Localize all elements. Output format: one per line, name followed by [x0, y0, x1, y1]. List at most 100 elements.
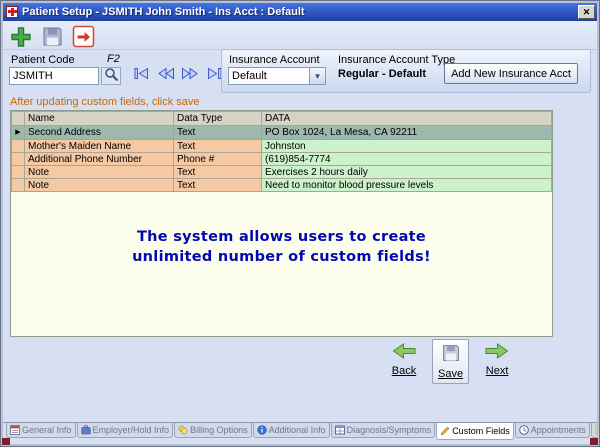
cell-type[interactable]: Text: [174, 140, 262, 153]
grid-row[interactable]: NoteTextExercises 2 hours daily: [12, 166, 552, 179]
next-record-button[interactable]: [179, 66, 200, 83]
cell-name[interactable]: Note: [25, 166, 174, 179]
table-icon: [335, 425, 345, 435]
grid-row[interactable]: ▶Second AddressTextPO Box 1024, La Mesa,…: [12, 126, 552, 140]
clock-icon: [519, 425, 529, 435]
briefcase-icon: [81, 425, 91, 435]
tab-employer-hold-info[interactable]: Employer/Hold Info: [77, 423, 174, 438]
tab-label: Billing Options: [190, 425, 248, 435]
grid-row[interactable]: NoteTextNeed to monitor blood pressure l…: [12, 179, 552, 192]
grid-col-data[interactable]: DATA: [262, 112, 552, 126]
row-selector-cell[interactable]: [12, 153, 25, 166]
save-button[interactable]: Save: [432, 339, 469, 384]
save-exit-button[interactable]: [69, 24, 97, 52]
insurance-account-type-value: Regular - Default: [338, 68, 426, 80]
window-title: Patient Setup - JSMITH John Smith - Ins …: [22, 6, 578, 18]
custom-fields-table: NameData TypeDATA ▶Second AddressTextPO …: [11, 111, 552, 192]
row-selector-cell[interactable]: ▶: [12, 126, 25, 140]
save-button-label: Save: [438, 368, 463, 380]
frame-corner-decor-left: [2, 438, 10, 445]
tab-billing-options[interactable]: Billing Options: [174, 423, 252, 438]
title-bar: Patient Setup - JSMITH John Smith - Ins …: [3, 3, 597, 21]
form-icon: [10, 425, 20, 435]
next-arrow-icon: [484, 342, 510, 363]
add-new-insurance-acct-button[interactable]: Add New Insurance Acct: [444, 63, 578, 84]
save-icon: [41, 25, 64, 51]
cell-name[interactable]: Mother's Maiden Name: [25, 140, 174, 153]
insurance-account-type-label: Insurance Account Type: [338, 54, 455, 66]
pencil-icon: [440, 426, 450, 436]
insurance-account-label: Insurance Account: [229, 54, 320, 66]
app-icon: [6, 6, 18, 18]
tab-diagnosis-symptoms[interactable]: Diagnosis/Symptoms: [331, 423, 436, 438]
cell-type[interactable]: Text: [174, 126, 262, 140]
previous-record-icon: [157, 67, 175, 83]
window-body: Patient Setup - JSMITH John Smith - Ins …: [3, 3, 597, 444]
cell-data[interactable]: Exercises 2 hours daily: [262, 166, 552, 179]
cell-data[interactable]: (619)854-7774: [262, 153, 552, 166]
first-record-button[interactable]: [131, 66, 152, 83]
tab-label: Custom Fields: [452, 426, 510, 436]
add-record-button[interactable]: [7, 24, 35, 52]
search-button[interactable]: [101, 67, 121, 85]
insurance-account-dropdown[interactable]: Default: [228, 67, 326, 85]
cell-type[interactable]: Text: [174, 179, 262, 192]
cell-data[interactable]: Need to monitor blood pressure levels: [262, 179, 552, 192]
grid-row[interactable]: Additional Phone NumberPhone #(619)854-7…: [12, 153, 552, 166]
tab-additional-info[interactable]: Additional Info: [253, 423, 330, 438]
row-selector-cell[interactable]: [12, 179, 25, 192]
tab-appointments[interactable]: Appointments: [515, 423, 590, 438]
last-record-icon: [205, 67, 223, 83]
back-arrow-icon: [391, 342, 417, 363]
grid-row[interactable]: Mother's Maiden NameTextJohnston: [12, 140, 552, 153]
cell-data[interactable]: Johnston: [262, 140, 552, 153]
next-button-label: Next: [486, 365, 509, 377]
grid-col-data-type[interactable]: Data Type: [174, 112, 262, 126]
save-exit-icon: [72, 25, 95, 51]
grid-header-row: NameData TypeDATA: [12, 112, 552, 126]
tab-label: General Info: [22, 425, 72, 435]
tab-label: Additional Info: [269, 425, 326, 435]
tab-label: Employer/Hold Info: [93, 425, 170, 435]
save-toolbar-button[interactable]: [38, 24, 66, 52]
add-record-icon: [9, 25, 33, 52]
info-icon: [257, 425, 267, 435]
note-icon: [595, 425, 597, 435]
next-record-icon: [181, 67, 199, 83]
cell-type[interactable]: Phone #: [174, 153, 262, 166]
tab-bar: General Info Employer/Hold Info Billing Op…: [3, 422, 597, 442]
tab-general-info[interactable]: General Info: [6, 423, 76, 438]
first-record-icon: [133, 67, 151, 83]
back-button-label: Back: [392, 365, 416, 377]
close-button[interactable]: ✕: [578, 5, 595, 19]
row-selector-cell[interactable]: [12, 166, 25, 179]
annotation-line-2: unlimited number of custom fields!: [11, 247, 552, 267]
tab-label: Diagnosis/Symptoms: [347, 425, 432, 435]
row-selector-cell[interactable]: [12, 140, 25, 153]
insurance-account-value: Default: [229, 68, 309, 84]
grid-selector-header: [12, 112, 25, 126]
patient-code-label: Patient Code: [11, 54, 75, 66]
cell-type[interactable]: Text: [174, 166, 262, 179]
previous-record-button[interactable]: [155, 66, 176, 83]
cell-data[interactable]: PO Box 1024, La Mesa, CA 92211: [262, 126, 552, 140]
frame-corner-decor-right: [590, 438, 598, 445]
custom-fields-grid: NameData TypeDATA ▶Second AddressTextPO …: [10, 110, 553, 337]
tab-custom-fields[interactable]: Custom Fields: [436, 423, 514, 440]
patient-setup-window: Patient Setup - JSMITH John Smith - Ins …: [0, 0, 600, 447]
tab-patient-notes[interactable]: Patient Notes: [591, 423, 597, 438]
custom-fields-notice: After updating custom fields, click save: [10, 96, 200, 108]
coins-icon: [178, 425, 188, 435]
chevron-down-icon[interactable]: [309, 68, 325, 84]
next-button[interactable]: Next: [479, 339, 515, 380]
patient-code-input[interactable]: [9, 67, 99, 85]
grid-col-name[interactable]: Name: [25, 112, 174, 126]
back-button[interactable]: Back: [386, 339, 422, 380]
record-navigator: [131, 66, 224, 83]
cell-name[interactable]: Additional Phone Number: [25, 153, 174, 166]
grid-body: ▶Second AddressTextPO Box 1024, La Mesa,…: [12, 126, 552, 192]
cell-name[interactable]: Note: [25, 179, 174, 192]
shortcut-label: F2: [107, 53, 120, 65]
cell-name[interactable]: Second Address: [25, 126, 174, 140]
annotation-line-1: The system allows users to create: [11, 227, 552, 247]
